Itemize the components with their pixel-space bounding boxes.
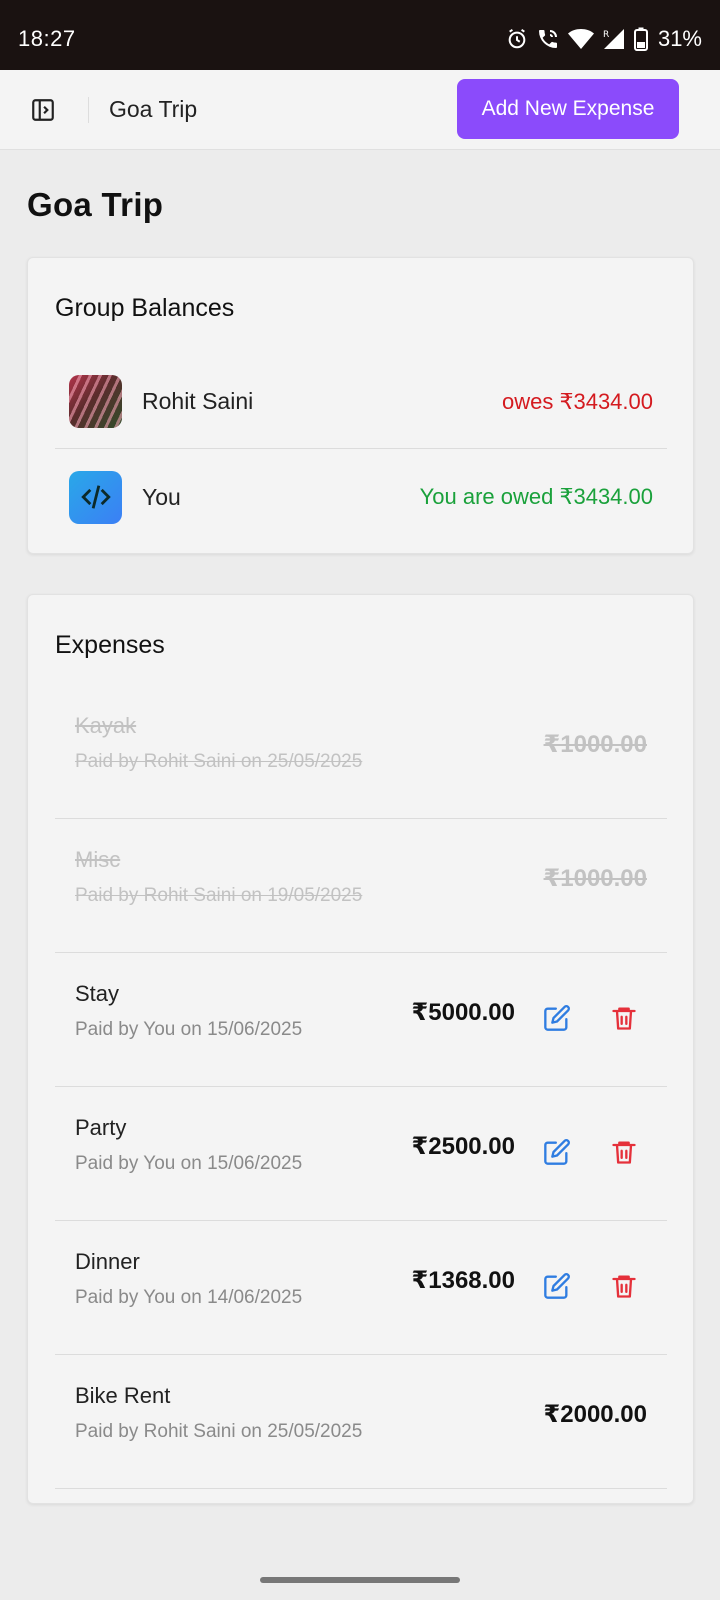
- battery-percent: 31%: [657, 26, 702, 51]
- add-new-expense-button[interactable]: Add New Expense: [457, 79, 679, 139]
- expense-row[interactable]: Dinner Paid by You on 14/06/2025 ₹1368.0…: [55, 1221, 667, 1355]
- edit-icon[interactable]: [540, 1001, 574, 1035]
- expense-meta: Paid by Rohit Saini on 25/05/2025: [75, 1421, 363, 1442]
- expense-row[interactable]: Kayak Paid by Rohit Saini on 25/05/2025 …: [55, 685, 667, 819]
- expense-amount: ₹2500.00: [411, 1133, 515, 1160]
- page-title: Goa Trip: [27, 186, 164, 223]
- expense-meta: Paid by Rohit Saini on 19/05/2025: [75, 885, 363, 906]
- status-icons: R 31%: [506, 26, 702, 52]
- status-bar: 18:27 R 31%: [0, 0, 720, 70]
- member-name: Rohit Saini: [142, 388, 254, 414]
- wifi-icon: [567, 28, 594, 50]
- trash-icon[interactable]: [607, 1001, 641, 1035]
- expense-meta: Paid by You on 15/06/2025: [75, 1019, 303, 1040]
- home-indicator[interactable]: [260, 1577, 460, 1583]
- battery-icon: [633, 27, 648, 51]
- expense-amount: ₹5000.00: [411, 999, 515, 1026]
- edit-icon[interactable]: [540, 1135, 574, 1169]
- status-time: 18:27: [18, 26, 76, 51]
- balance-status: You are owed ₹3434.00: [419, 484, 653, 509]
- expense-name: Kayak: [75, 713, 137, 738]
- balance-row: You You are owed ₹3434.00: [55, 450, 667, 544]
- expense-amount: ₹1000.00: [543, 731, 647, 758]
- app-header: Goa Trip Add New Expense: [0, 70, 720, 150]
- expense-meta: Paid by You on 15/06/2025: [75, 1153, 303, 1174]
- expenses-title: Expenses: [55, 631, 165, 659]
- signal-icon: R: [602, 27, 626, 51]
- balance-row: Rohit Saini owes ₹3434.00: [55, 355, 667, 449]
- edit-icon[interactable]: [540, 1269, 574, 1303]
- expense-row[interactable]: Stay Paid by You on 15/06/2025 ₹5000.00: [55, 953, 667, 1087]
- expense-amount: ₹2000.00: [543, 1401, 647, 1428]
- expense-name: Party: [75, 1115, 127, 1140]
- expense-meta: Paid by Rohit Saini on 25/05/2025: [75, 751, 363, 772]
- trash-icon[interactable]: [607, 1269, 641, 1303]
- expense-name: Dinner: [75, 1249, 140, 1274]
- expense-name: Bike Rent: [75, 1383, 171, 1408]
- expense-name: Misc: [75, 847, 121, 872]
- group-balances-card: Group Balances Rohit Saini owes ₹3434.00…: [27, 257, 694, 554]
- header-divider: [88, 96, 89, 123]
- expense-meta: Paid by You on 14/06/2025: [75, 1287, 303, 1308]
- expense-amount: ₹1000.00: [543, 865, 647, 892]
- avatar: [69, 375, 122, 428]
- header-title: Goa Trip: [109, 96, 198, 122]
- expense-row[interactable]: Misc Paid by Rohit Saini on 19/05/2025 ₹…: [55, 819, 667, 953]
- wifi-call-icon: [536, 27, 560, 51]
- member-name: You: [142, 483, 181, 510]
- alarm-icon: [506, 28, 528, 50]
- avatar: [69, 470, 122, 524]
- expenses-card: Expenses Kayak Paid by Rohit Saini on 25…: [27, 594, 694, 1504]
- balance-status: owes ₹3434.00: [502, 388, 653, 414]
- trash-icon[interactable]: [607, 1135, 641, 1169]
- svg-text:R: R: [603, 30, 609, 40]
- group-balances-title: Group Balances: [55, 294, 235, 322]
- sidebar-toggle-icon[interactable]: [28, 95, 58, 125]
- expense-amount: ₹1368.00: [411, 1267, 515, 1294]
- expense-row[interactable]: Party Paid by You on 15/06/2025 ₹2500.00: [55, 1087, 667, 1221]
- expense-row[interactable]: Bike Rent Paid by Rohit Saini on 25/05/2…: [55, 1355, 667, 1489]
- expense-name: Stay: [75, 981, 120, 1006]
